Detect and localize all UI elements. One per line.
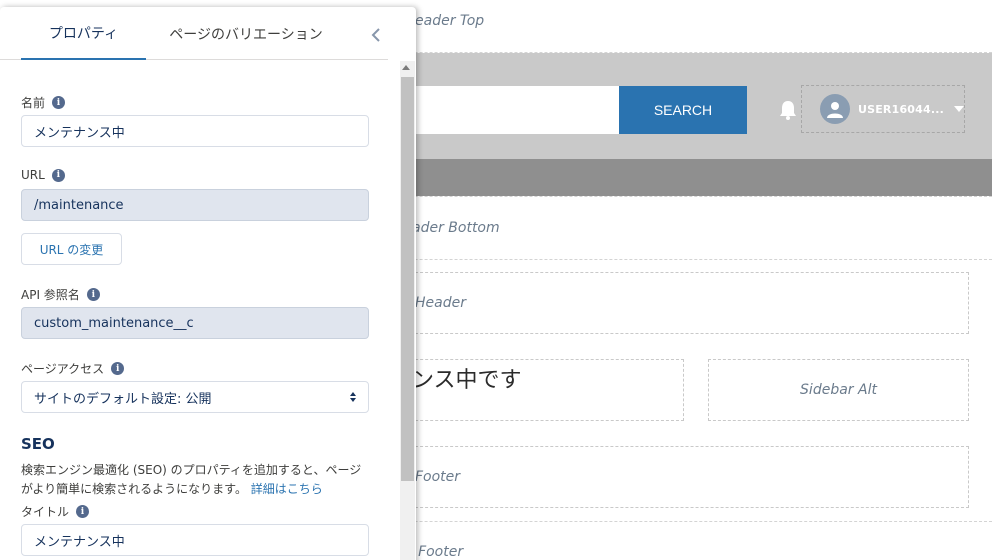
info-icon[interactable]: i [111, 362, 125, 375]
content-footer-region[interactable] [380, 446, 969, 508]
api-name-label-text: API 参照名 [21, 288, 80, 302]
content-header-label: Header [415, 295, 466, 311]
user-avatar-icon [820, 94, 850, 124]
url-field-label: URL i [21, 168, 65, 182]
content-footer-label: Footer [415, 469, 461, 485]
seo-learn-more-link[interactable]: 詳細はこちら [251, 482, 323, 496]
name-field-label: 名前 i [21, 94, 66, 111]
seo-title-input[interactable]: メンテナンス中 [21, 524, 369, 556]
url-input: /maintenance [21, 189, 369, 221]
name-label-text: 名前 [21, 96, 46, 110]
property-panel: プロパティ ページのバリエーション 名前 i メンテナンス中 URL i /ma… [0, 7, 416, 560]
bell-icon[interactable] [778, 99, 798, 121]
api-name-input: custom_maintenance__c [21, 307, 369, 339]
header-bottom-region-label: ader Bottom [412, 220, 500, 236]
info-icon[interactable]: i [76, 505, 90, 518]
user-profile-menu[interactable]: USER16044... [801, 85, 965, 133]
name-input[interactable]: メンテナンス中 [21, 115, 369, 147]
page-access-label-text: ページアクセス [21, 362, 105, 376]
panel-tabs: プロパティ ページのバリエーション [0, 7, 388, 60]
info-icon[interactable]: i [52, 96, 66, 109]
content-header-region[interactable] [380, 272, 969, 334]
collapse-panel-button[interactable] [364, 24, 388, 48]
chevron-down-icon [954, 106, 964, 112]
sidebar-alt-label: Sidebar Alt [800, 382, 877, 398]
seo-heading: SEO [21, 435, 55, 453]
tab-page-variations[interactable]: ページのバリエーション [146, 7, 346, 60]
page-access-select[interactable]: サイトのデフォルト設定: 公開 [21, 381, 369, 413]
header-top-region-label: eader Top [415, 13, 485, 29]
user-name: USER16044... [857, 102, 944, 116]
page-access-selected-value: サイトのデフォルト設定: 公開 [34, 391, 212, 407]
tab-properties[interactable]: プロパティ [21, 7, 146, 60]
seo-title-field-label: タイトル i [21, 503, 90, 520]
search-button[interactable]: SEARCH [619, 86, 747, 134]
page-access-field-label: ページアクセス i [21, 360, 125, 377]
chevron-left-icon [370, 27, 382, 46]
scrollbar-thumb[interactable] [401, 77, 414, 481]
select-arrows-icon [350, 392, 356, 402]
api-name-field-label: API 参照名 i [21, 286, 100, 303]
info-icon[interactable]: i [51, 168, 65, 182]
sidebar-alt-region[interactable]: Sidebar Alt [708, 359, 969, 421]
maintenance-message: ンス中です [412, 368, 522, 393]
url-label-text: URL [21, 168, 45, 182]
scroll-up-arrow-icon[interactable] [402, 65, 410, 70]
info-icon[interactable]: i [86, 288, 100, 301]
seo-title-label-text: タイトル [21, 505, 70, 519]
change-url-button[interactable]: URL の変更 [21, 233, 122, 265]
seo-description: 検索エンジン最適化 (SEO) のプロパティを追加すると、ページがより簡単に検索… [21, 461, 371, 499]
